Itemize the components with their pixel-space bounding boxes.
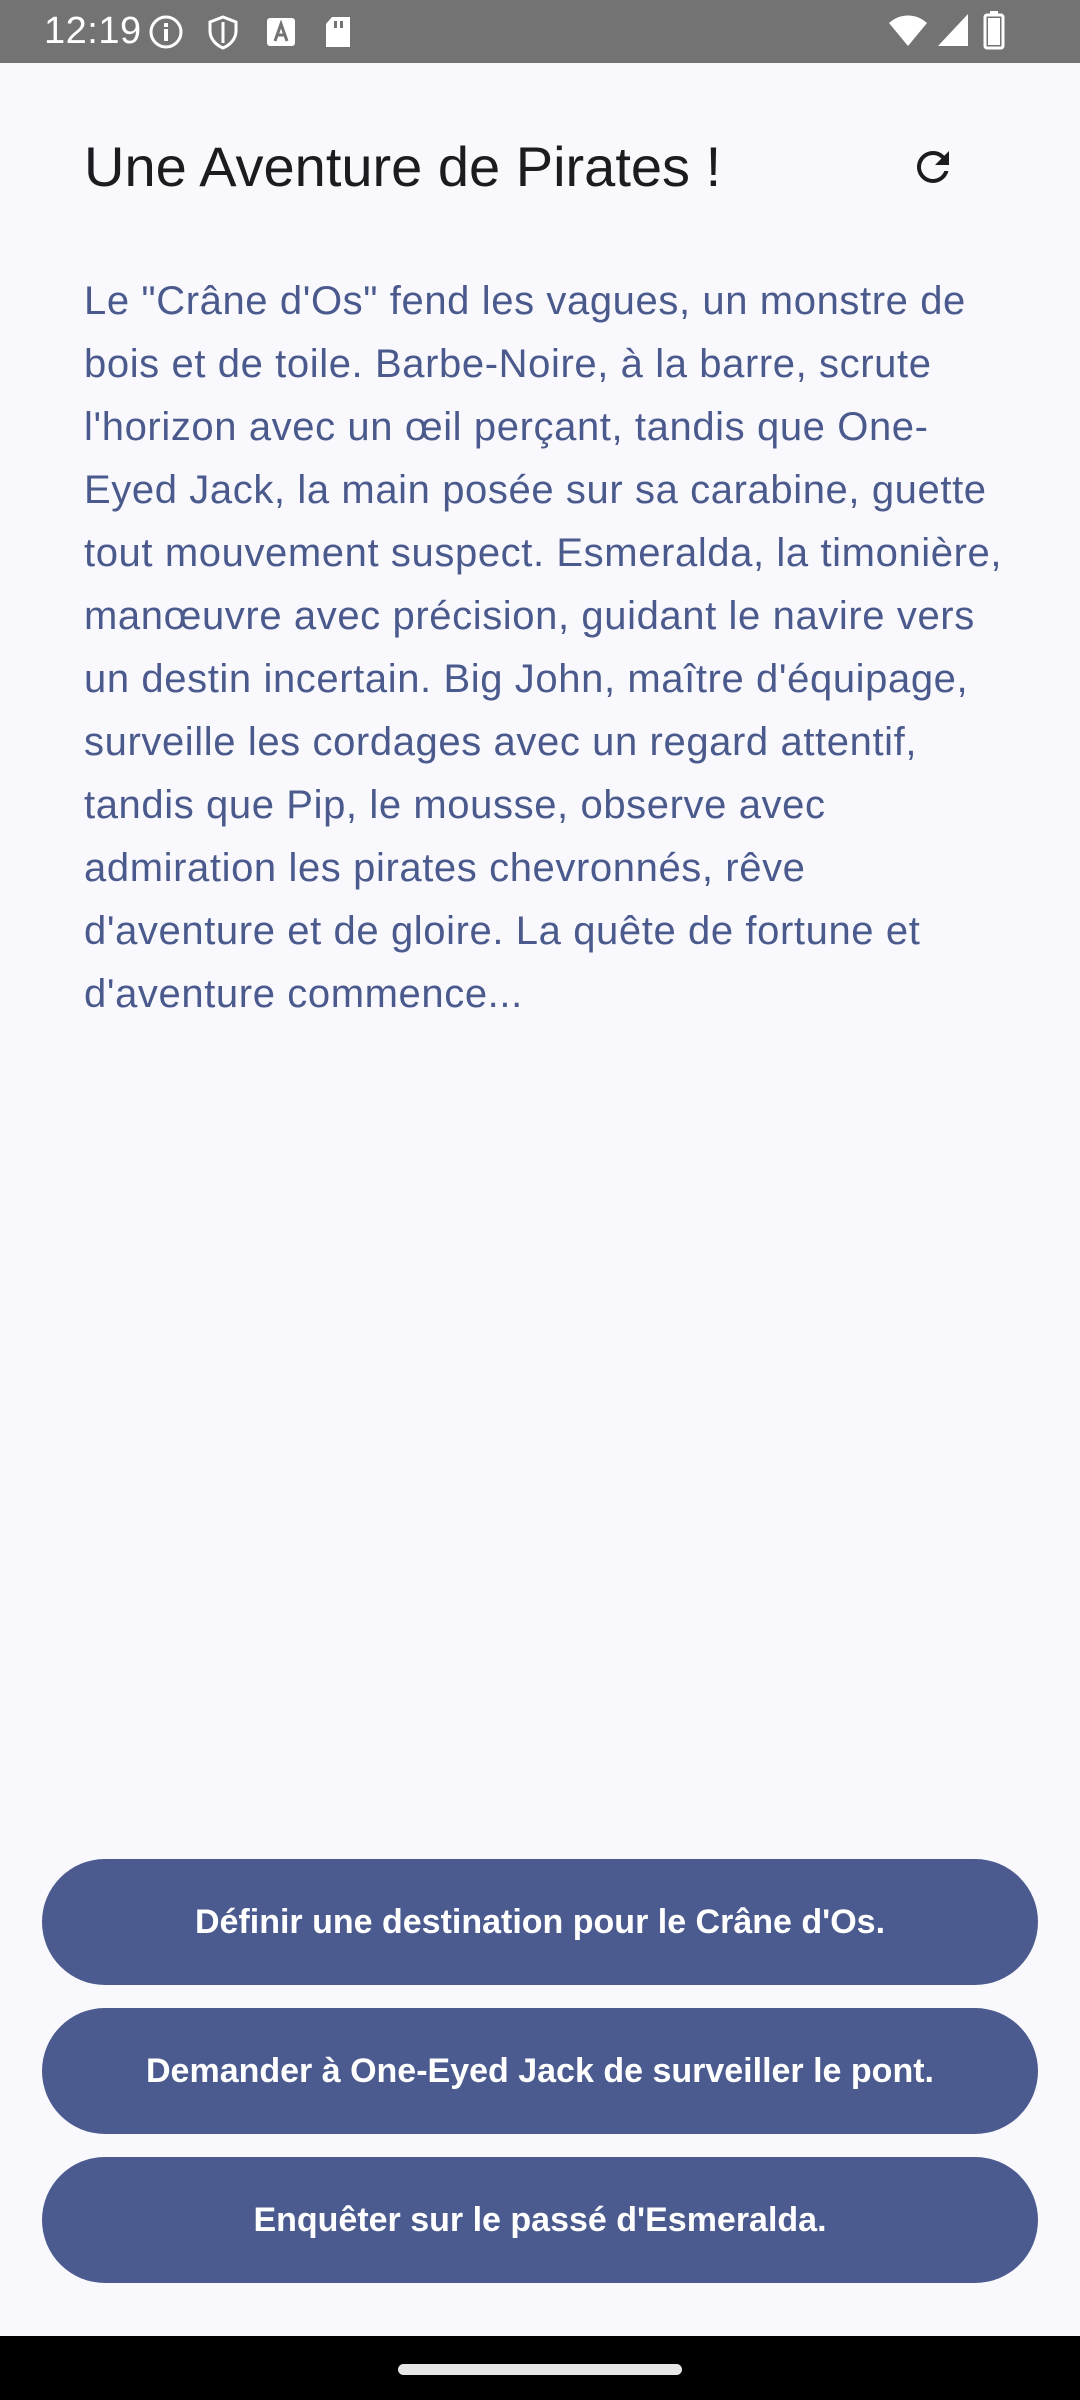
- story-text: Le "Crâne d'Os" fend les vagues, un mons…: [84, 279, 1003, 1016]
- choice-button-destination[interactable]: Définir une destination pour le Crâne d'…: [42, 1859, 1038, 1985]
- signal-icon: [936, 12, 970, 53]
- refresh-button[interactable]: [897, 133, 969, 205]
- refresh-icon: [909, 143, 957, 196]
- status-bar: 12:19: [0, 0, 1080, 63]
- app-a-icon: [264, 14, 298, 55]
- navigation-bar: [0, 2336, 1080, 2400]
- battery-icon: [982, 10, 1006, 55]
- home-gesture-handle[interactable]: [398, 2364, 682, 2375]
- status-time: 12:19: [44, 10, 142, 52]
- choice-button-watch-deck[interactable]: Demander à One-Eyed Jack de surveiller l…: [42, 2008, 1038, 2134]
- sd-card-icon: [322, 14, 354, 55]
- choice-button-investigate-esmeralda[interactable]: Enquêter sur le passé d'Esmeralda.: [42, 2157, 1038, 2283]
- shield-icon: [206, 14, 240, 55]
- choice-label: Demander à One-Eyed Jack de surveiller l…: [146, 2051, 934, 2090]
- page-title: Une Aventure de Pirates !: [84, 135, 722, 198]
- choice-label: Définir une destination pour le Crâne d'…: [194, 1902, 886, 1941]
- choice-label: Enquêter sur le passé d'Esmeralda.: [253, 2200, 827, 2239]
- info-icon: [148, 14, 184, 55]
- wifi-icon: [888, 12, 928, 55]
